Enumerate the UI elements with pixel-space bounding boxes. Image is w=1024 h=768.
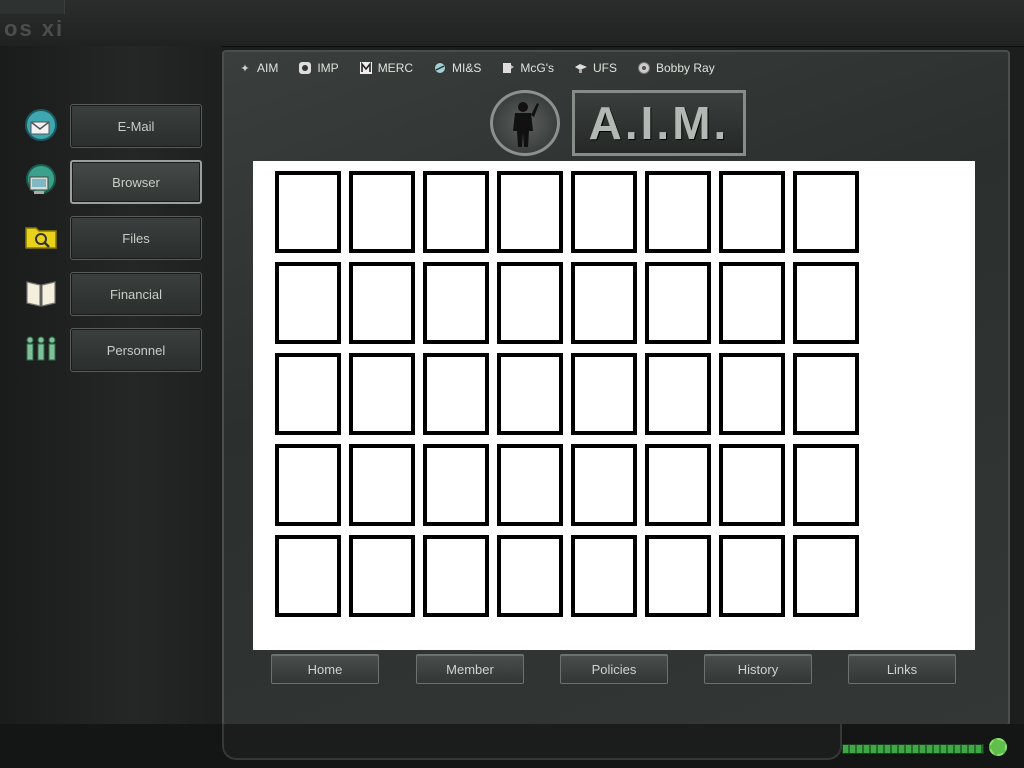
member-slot[interactable] xyxy=(793,444,859,526)
top-title-bar: os xi xyxy=(0,0,1024,47)
sidebar-item-browser[interactable]: Browser xyxy=(22,160,212,204)
member-slot[interactable] xyxy=(423,535,489,617)
os-title: os xi xyxy=(4,16,65,41)
aim-emblem xyxy=(490,90,560,156)
gear-icon[interactable] xyxy=(989,738,1007,756)
bobby-ray-bookmark-icon xyxy=(637,61,651,75)
home-button[interactable]: Home xyxy=(271,654,379,684)
personnel-button[interactable]: Personnel xyxy=(70,328,202,372)
member-slot[interactable] xyxy=(497,353,563,435)
member-slot[interactable] xyxy=(275,353,341,435)
sidebar-item-personnel[interactable]: Personnel xyxy=(22,328,212,372)
bookmark-label: UFS xyxy=(593,61,617,75)
member-slot[interactable] xyxy=(349,262,415,344)
links-button[interactable]: Links xyxy=(848,654,956,684)
member-slot[interactable] xyxy=(645,353,711,435)
member-slot[interactable] xyxy=(793,353,859,435)
member-slot[interactable] xyxy=(497,262,563,344)
soldier-silhouette-icon xyxy=(513,102,539,147)
history-button[interactable]: History xyxy=(704,654,812,684)
member-slot[interactable] xyxy=(423,262,489,344)
member-slot[interactable] xyxy=(793,535,859,617)
bookmark-mcgs[interactable]: McG's xyxy=(501,61,554,75)
member-slot[interactable] xyxy=(793,171,859,253)
member-slot[interactable] xyxy=(571,535,637,617)
sidebar-item-financial[interactable]: Financial xyxy=(22,272,212,316)
imp-bookmark-icon xyxy=(298,61,312,75)
bookmark-mis[interactable]: MI&S xyxy=(433,61,481,75)
member-slot[interactable] xyxy=(645,171,711,253)
member-button[interactable]: Member xyxy=(416,654,524,684)
member-slot[interactable] xyxy=(275,171,341,253)
email-icon[interactable] xyxy=(22,108,60,142)
title-strip xyxy=(0,0,65,14)
member-slot[interactable] xyxy=(719,353,785,435)
bookmark-merc[interactable]: MERC xyxy=(359,61,413,75)
member-slot[interactable] xyxy=(275,535,341,617)
member-slot[interactable] xyxy=(423,444,489,526)
member-slot[interactable] xyxy=(645,535,711,617)
member-slot[interactable] xyxy=(719,444,785,526)
member-slot[interactable] xyxy=(275,262,341,344)
member-slot[interactable] xyxy=(571,262,637,344)
mcgs-bookmark-icon xyxy=(501,61,515,75)
bookmark-bar: ✦ AIM IMP MERC MI&S McG's UFS Bobby Ray xyxy=(232,56,1002,80)
bookmark-label: Bobby Ray xyxy=(656,61,715,75)
bookmark-bobby-ray[interactable]: Bobby Ray xyxy=(637,61,715,75)
aim-bookmark-icon: ✦ xyxy=(240,62,250,75)
member-slot[interactable] xyxy=(349,353,415,435)
bottom-frame-edge xyxy=(222,724,842,760)
member-slot[interactable] xyxy=(571,353,637,435)
bookmark-label: AIM xyxy=(257,61,279,75)
browser-icon[interactable] xyxy=(22,164,60,198)
status-meter xyxy=(842,744,984,754)
member-slot[interactable] xyxy=(275,444,341,526)
ufs-bookmark-icon xyxy=(574,61,588,75)
sidebar-item-files[interactable]: Files xyxy=(22,216,212,260)
member-slot[interactable] xyxy=(571,171,637,253)
financial-icon[interactable] xyxy=(22,276,60,310)
email-button[interactable]: E-Mail xyxy=(70,104,202,148)
member-slot[interactable] xyxy=(423,353,489,435)
member-slot[interactable] xyxy=(719,171,785,253)
aim-logo: A.I.M. xyxy=(572,90,746,156)
mis-bookmark-icon xyxy=(433,61,447,75)
bookmark-label: McG's xyxy=(520,61,554,75)
member-slot[interactable] xyxy=(719,535,785,617)
member-slot[interactable] xyxy=(497,444,563,526)
member-slot[interactable] xyxy=(645,262,711,344)
member-slot[interactable] xyxy=(349,535,415,617)
bookmark-ufs[interactable]: UFS xyxy=(574,61,617,75)
bookmark-label: MERC xyxy=(377,61,414,75)
browser-button[interactable]: Browser xyxy=(70,160,202,204)
member-slot[interactable] xyxy=(349,444,415,526)
personnel-icon[interactable] xyxy=(22,332,60,366)
aim-logo-text: A.I.M. xyxy=(588,97,730,149)
financial-button[interactable]: Financial xyxy=(70,272,202,316)
member-slot[interactable] xyxy=(497,171,563,253)
member-slot[interactable] xyxy=(645,444,711,526)
member-slot[interactable] xyxy=(719,262,785,344)
bookmark-label: IMP xyxy=(317,61,339,75)
member-slot[interactable] xyxy=(571,444,637,526)
sidebar-item-email[interactable]: E-Mail xyxy=(22,104,212,148)
bookmark-aim[interactable]: ✦ AIM xyxy=(238,61,278,75)
files-button[interactable]: Files xyxy=(70,216,202,260)
member-slot[interactable] xyxy=(497,535,563,617)
member-slot[interactable] xyxy=(349,171,415,253)
member-slot[interactable] xyxy=(423,171,489,253)
files-icon[interactable] xyxy=(22,220,60,254)
merc-bookmark-icon xyxy=(359,61,373,75)
bookmark-imp[interactable]: IMP xyxy=(298,61,339,75)
member-grid-area xyxy=(253,161,975,650)
bookmark-label: MI&S xyxy=(452,61,482,75)
member-slot[interactable] xyxy=(793,262,859,344)
policies-button[interactable]: Policies xyxy=(560,654,668,684)
